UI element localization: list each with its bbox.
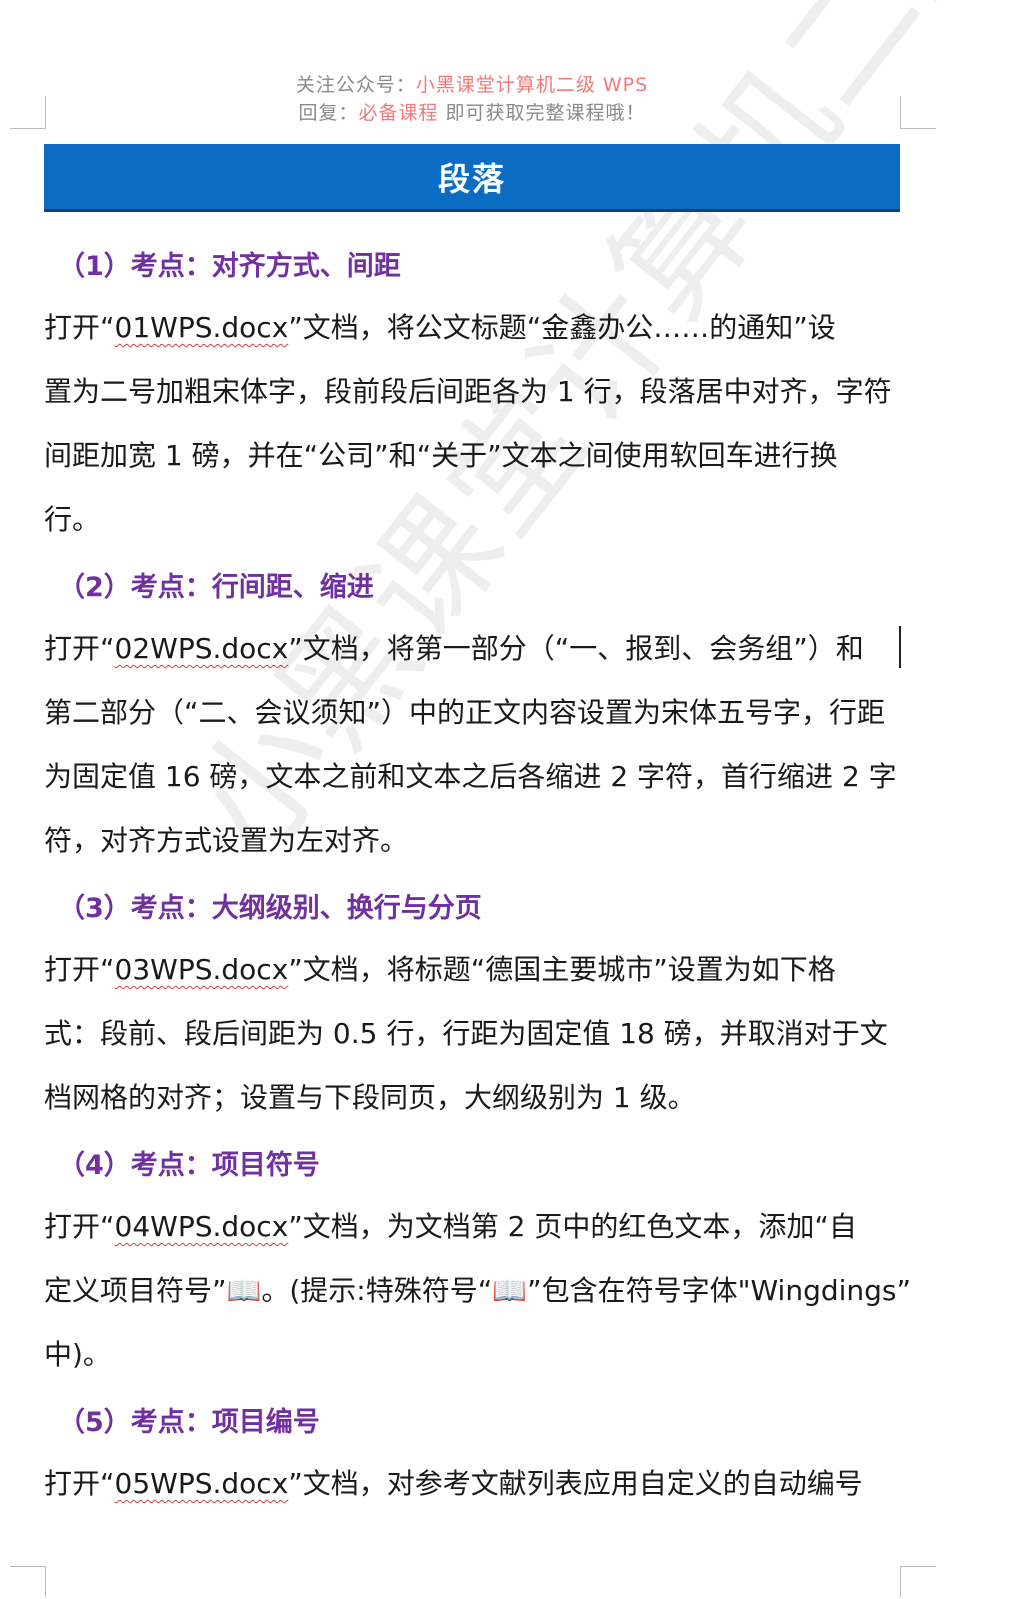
- filename: 01WPS.docx: [114, 311, 289, 344]
- paragraph-line: 式：段前、段后间距为 0.5 行，行距为固定值 18 磅，并取消对于文: [44, 1017, 888, 1050]
- filename: 05WPS.docx: [114, 1467, 289, 1500]
- section-3-paragraph[interactable]: 打开“03WPS.docx”文档，将标题“德国主要城市”设置为如下格 式：段前、…: [44, 938, 904, 1130]
- section-2-heading[interactable]: （2）考点：行间距、缩进: [58, 565, 374, 604]
- text-run: 打开“: [44, 1210, 115, 1243]
- section-2-paragraph[interactable]: 打开“02WPS.docx”文档，将第一部分（“一、报到、会务组”）和 第二部分…: [44, 617, 904, 873]
- header-line-1-highlight: 小黑课堂计算机二级 WPS: [415, 74, 649, 96]
- paragraph-line: 打开“03WPS.docx”文档，将标题“德国主要城市”设置为如下格: [44, 938, 904, 1002]
- filename: 03WPS.docx: [114, 953, 289, 986]
- header-line-2-highlight: 必备课程: [358, 102, 439, 124]
- section-5-paragraph[interactable]: 打开“05WPS.docx”文档，对参考文献列表应用自定义的自动编号: [44, 1452, 904, 1516]
- text-run: ”文档，将标题“德国主要城市”设置为如下格: [288, 953, 836, 986]
- paragraph-line: 符，对齐方式设置为左对齐。: [44, 824, 409, 857]
- paragraph-line: 第二部分（“二、会议须知”）中的正文内容设置为宋体五号字，行距: [44, 696, 886, 729]
- text-run: ”文档，将公文标题“金鑫办公……的通知”设: [288, 311, 836, 344]
- paragraph-line: 间距加宽 1 磅，并在“公司”和“关于”文本之间使用软回车进行换: [44, 439, 838, 472]
- paragraph-line: 置为二号加粗宋体字，段前段后间距各为 1 行，段落居中对齐，字符: [44, 375, 892, 408]
- text-cursor: [899, 626, 901, 668]
- paragraph-line: 打开“02WPS.docx”文档，将第一部分（“一、报到、会务组”）和: [44, 617, 904, 681]
- header-line-2-suffix: 即可获取完整课程哦！: [438, 102, 646, 124]
- paragraph-line: 档网格的对齐；设置与下段同页，大纲级别为 1 级。: [44, 1081, 696, 1114]
- paragraph-line: 打开“04WPS.docx”文档，为文档第 2 页中的红色文本，添加“自: [44, 1195, 904, 1259]
- text-run: 打开“: [44, 953, 115, 986]
- text-run: 打开“: [44, 632, 115, 665]
- header-line-2-prefix: 回复：: [298, 102, 359, 124]
- section-3-heading[interactable]: （3）考点：大纲级别、换行与分页: [58, 886, 482, 925]
- section-1-paragraph[interactable]: 打开“01WPS.docx”文档，将公文标题“金鑫办公……的通知”设 置为二号加…: [44, 296, 904, 552]
- text-run: 打开“: [44, 1467, 115, 1500]
- text-run: 打开“: [44, 311, 115, 344]
- page-corner-bottom-left: [10, 1566, 46, 1597]
- filename: 04WPS.docx: [114, 1210, 289, 1243]
- section-5-heading[interactable]: （5）考点：项目编号: [58, 1400, 320, 1439]
- paragraph-line: 打开“01WPS.docx”文档，将公文标题“金鑫办公……的通知”设: [44, 296, 904, 360]
- section-1-heading[interactable]: （1）考点：对齐方式、间距: [58, 244, 401, 283]
- text-run: ”文档，为文档第 2 页中的红色文本，添加“自: [288, 1210, 857, 1243]
- header-line-1-prefix: 关注公众号：: [295, 74, 416, 96]
- text-run: ”文档，对参考文献列表应用自定义的自动编号: [288, 1467, 863, 1500]
- paragraph-line: 定义项目符号”📖。(提示:特殊符号“📖”包含在符号字体"Wingdings”: [44, 1274, 912, 1307]
- page-corner-bottom-right: [900, 1566, 936, 1597]
- header-line-1: 关注公众号：小黑课堂计算机二级 WPS: [0, 70, 944, 97]
- header-line-2: 回复：必备课程 即可获取完整课程哦！: [0, 98, 944, 125]
- section-4-heading[interactable]: （4）考点：项目符号: [58, 1143, 320, 1182]
- title-bar: 段落: [44, 144, 900, 212]
- paragraph-line: 中)。: [44, 1338, 111, 1371]
- paragraph-line: 行。: [44, 503, 101, 536]
- text-run: ”文档，将第一部分（“一、报到、会务组”）和: [288, 632, 864, 665]
- paragraph-line: 为固定值 16 磅，文本之前和文本之后各缩进 2 字符，首行缩进 2 字: [44, 760, 897, 793]
- paragraph-line: 打开“05WPS.docx”文档，对参考文献列表应用自定义的自动编号: [44, 1452, 904, 1516]
- page-title[interactable]: 段落: [438, 154, 506, 200]
- filename: 02WPS.docx: [114, 632, 289, 665]
- section-4-paragraph[interactable]: 打开“04WPS.docx”文档，为文档第 2 页中的红色文本，添加“自 定义项…: [44, 1195, 912, 1387]
